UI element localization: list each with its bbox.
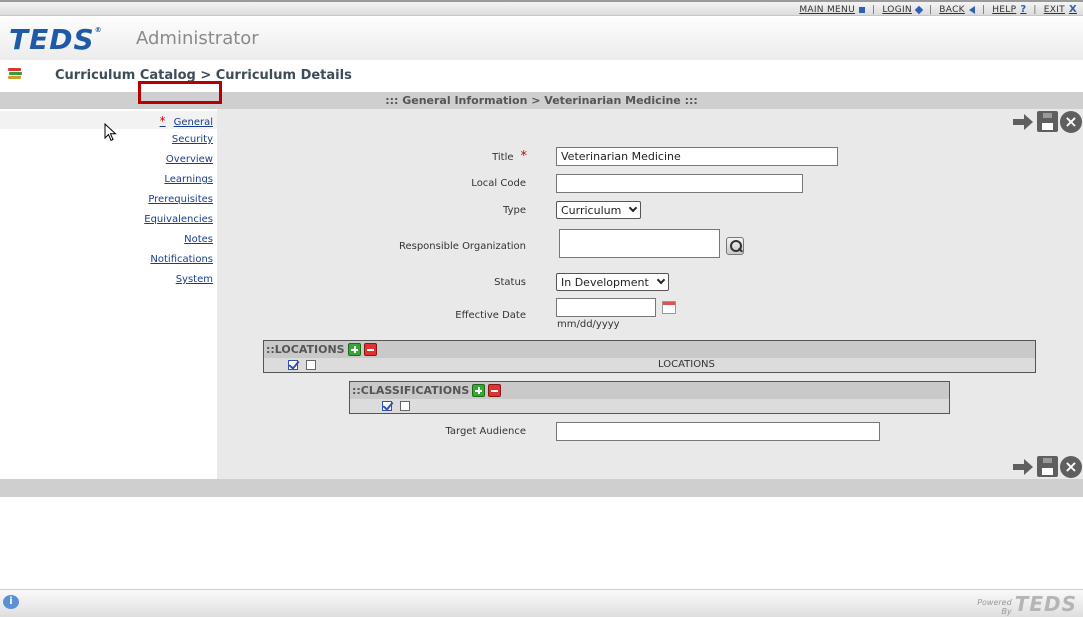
top-nav-links: MAIN MENU | LOGIN | BACK | HELP? | EXIT X [799,4,1077,15]
main-menu-label: MAIN MENU [799,4,855,15]
chevron-down-icon [656,275,666,285]
back-arrow-icon [968,5,975,14]
search-icon[interactable] [726,237,744,255]
classifications-header: ::CLASSIFICATIONS [350,382,949,399]
locations-title: ::LOCATIONS [266,343,345,356]
powered-line: Powered [977,598,1012,607]
nav-overview[interactable]: Overview [166,154,213,165]
responsible-organization-textarea[interactable] [559,229,720,258]
mouse-cursor-icon [104,123,117,142]
effective-date-label: Effective Date [455,310,526,321]
books-icon [8,68,22,80]
exit-link[interactable]: EXIT X [1044,4,1077,15]
app-name: Administrator [136,28,259,49]
nav-notifications[interactable]: Notifications [150,254,213,265]
local-code-input[interactable] [556,174,803,193]
close-icon[interactable]: × [1060,456,1082,478]
powered-by-logo: Powered By TEDS [977,592,1077,616]
select-all-checkbox[interactable] [382,401,392,411]
title-input[interactable]: Veterinarian Medicine [556,147,838,166]
login-link[interactable]: LOGIN [882,4,924,15]
locations-header: ::LOCATIONS [264,341,1035,358]
bottom-bar [0,479,1083,497]
main-menu-link[interactable]: MAIN MENU [799,5,865,15]
minus-icon[interactable] [488,384,502,397]
status-select-value: In Development [561,275,649,289]
footer-logo-text: TEDS [1014,592,1077,616]
square-icon [858,6,865,13]
nav-equivalencies[interactable]: Equivalencies [144,214,213,225]
login-label: LOGIN [882,4,912,15]
nav-prerequisites[interactable]: Prerequisites [148,194,213,205]
prerequisites-highlight-box [138,81,222,104]
responsible-organization-label: Responsible Organization [398,241,526,252]
title-label: Title * [367,149,527,164]
chevron-down-icon [628,203,638,213]
main-panel: × Title * Veterinarian Medicine Local Cod… [217,109,1083,479]
target-audience-input[interactable] [556,422,880,441]
separator: | [981,4,986,15]
target-audience-label: Target Audience [445,426,526,437]
nav-general-label: General [173,117,213,128]
separator: | [871,4,876,15]
date-format-hint: mm/dd/yyyy [557,319,620,330]
nav-security[interactable]: Security [172,134,213,145]
arrow-right-icon[interactable] [1012,457,1034,477]
separator: | [928,4,933,15]
classifications-column-row [350,399,949,413]
side-nav: * General Security Overview Learnings Pre… [0,109,217,479]
plus-icon[interactable] [347,343,361,356]
calendar-icon[interactable] [662,301,676,314]
x-icon: X [1068,4,1077,15]
help-link[interactable]: HELP? [992,4,1026,15]
required-star: * [159,114,166,128]
separator: | [1033,4,1037,15]
back-link[interactable]: BACK [939,5,975,15]
select-all-checkbox[interactable] [288,360,298,370]
type-select[interactable]: Curriculum [556,201,641,219]
required-star: * [520,149,528,164]
deselect-all-checkbox[interactable] [306,360,316,370]
back-label: BACK [939,4,965,15]
nav-general[interactable]: * General [160,114,213,128]
nav-notes[interactable]: Notes [184,234,213,245]
status-label: Status [494,277,526,288]
save-icon[interactable] [1037,111,1058,132]
locations-column-row: LOCATIONS [264,358,1035,372]
local-code-label: Local Code [471,178,526,189]
arrow-right-icon[interactable] [1012,112,1034,132]
nav-system[interactable]: System [176,274,213,285]
help-label: HELP [992,4,1017,15]
effective-date-input[interactable] [556,298,656,317]
powered-by-text: Powered By [977,598,1011,616]
close-icon[interactable]: × [1060,111,1082,133]
info-icon[interactable]: i [3,595,19,609]
top-nav-bar: MAIN MENU | LOGIN | BACK | HELP? | EXIT X [0,0,1083,16]
teds-logo: TEDS® [9,23,103,56]
nav-learnings[interactable]: Learnings [164,174,213,185]
status-select[interactable]: In Development [556,273,669,291]
logo-text: TEDS [9,23,95,56]
exit-label: EXIT [1043,4,1065,15]
locations-panel: ::LOCATIONS LOCATIONS [263,340,1036,373]
type-select-value: Curriculum [561,203,622,217]
by-line: By [1001,607,1012,616]
save-icon[interactable] [1037,456,1058,477]
type-label: Type [503,205,526,216]
classifications-title: ::CLASSIFICATIONS [352,384,470,397]
diamond-icon [914,5,924,14]
registered-mark: ® [94,26,103,34]
title-label-text: Title [492,152,514,163]
footer: i Powered By TEDS [0,589,1083,617]
classifications-panel: ::CLASSIFICATIONS [349,381,950,414]
deselect-all-checkbox[interactable] [400,401,410,411]
minus-icon[interactable] [363,343,377,356]
locations-column-header: LOCATIONS [658,359,715,370]
question-icon: ? [1020,4,1027,15]
plus-icon[interactable] [472,384,486,397]
app-header: TEDS® Administrator [0,17,1083,60]
